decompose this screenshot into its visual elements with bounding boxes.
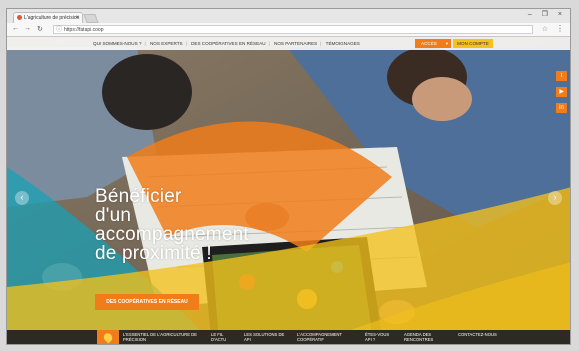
browser-window: L'agriculture de précision × – ❐ × ← → ↻… bbox=[6, 8, 571, 345]
tab-close-icon[interactable]: × bbox=[75, 13, 79, 23]
bottom-nav-solutions[interactable]: LES SOLUTIONS DE API bbox=[244, 332, 288, 342]
chevron-down-icon: ▾ bbox=[445, 41, 448, 46]
browser-tab[interactable]: L'agriculture de précision × bbox=[13, 12, 83, 23]
bottom-nav-fil-actu[interactable]: LE FIL D'ACTU bbox=[211, 332, 237, 342]
nav-link-qui-sommes-nous[interactable]: QUI SOMMES-NOUS ? bbox=[93, 41, 142, 46]
reload-icon[interactable]: ↻ bbox=[37, 25, 43, 33]
bottom-nav-accompagnement[interactable]: L'ACCOMPAGNEMENT COOPÉRATIF bbox=[297, 332, 355, 342]
window-controls[interactable]: – ❐ × bbox=[528, 10, 566, 18]
drop-logo-icon[interactable] bbox=[97, 330, 119, 344]
nav-separator: | bbox=[268, 41, 270, 46]
nav-link-nos-experts[interactable]: NOS EXPERTS bbox=[150, 41, 183, 46]
bottom-nav-essentiel[interactable]: L'ESSENTIEL DE L'AGRICULTURE DE PRÉCISIO… bbox=[123, 332, 203, 342]
new-tab-button[interactable] bbox=[83, 14, 99, 23]
bookmark-star-icon[interactable]: ☆ bbox=[542, 25, 548, 33]
carousel-next-button[interactable]: › bbox=[548, 191, 562, 205]
web-page: QUI SOMMES-NOUS ? | NOS EXPERTS | DES COOP… bbox=[7, 37, 570, 344]
url-field[interactable]: ⓘ https://fatapi.coop bbox=[53, 25, 533, 34]
nav-link-temoignages[interactable]: TÉMOIGNAGES bbox=[326, 41, 360, 46]
linkedin-icon[interactable]: in bbox=[556, 103, 567, 113]
site-info-icon[interactable]: ⓘ bbox=[56, 26, 62, 34]
tab-bar: L'agriculture de précision × – ❐ × bbox=[7, 9, 570, 23]
top-navigation: QUI SOMMES-NOUS ? | NOS EXPERTS | DES COOP… bbox=[7, 37, 570, 50]
nav-separator: | bbox=[144, 41, 146, 46]
carousel-prev-button[interactable]: ‹ bbox=[15, 191, 29, 205]
bottom-nav-contact[interactable]: CONTACTEZ-NOUS bbox=[458, 332, 498, 337]
bottom-nav-agenda[interactable]: AGENDA DES RENCONTRES bbox=[404, 332, 446, 342]
favicon-icon bbox=[17, 15, 22, 20]
back-icon[interactable]: ← bbox=[12, 25, 19, 32]
bottom-nav-etes-vous-api[interactable]: ÊTES-VOUS API ? bbox=[365, 332, 395, 342]
twitter-icon[interactable]: t bbox=[556, 71, 567, 81]
nav-link-cooperatives[interactable]: DES COOPÉRATIVES EN RÉSEAU bbox=[191, 41, 265, 46]
tab-title: L'agriculture de précision bbox=[24, 15, 80, 21]
hero-title-line: Bénéficier bbox=[95, 186, 182, 207]
mon-compte-button[interactable]: MON COMPTE bbox=[453, 39, 493, 48]
acces-label: ACCÈS bbox=[421, 41, 437, 46]
url-text: https://fatapi.coop bbox=[64, 27, 104, 33]
hero-title-line: de proximité ! bbox=[95, 243, 212, 264]
hero-title-line: accompagnement bbox=[95, 224, 249, 245]
nav-link-partenaires[interactable]: NOS PARTENAIRES bbox=[274, 41, 317, 46]
nav-separator: | bbox=[185, 41, 187, 46]
acces-button[interactable]: ACCÈS ▾ bbox=[415, 39, 451, 48]
bottom-navigation: L'ESSENTIEL DE L'AGRICULTURE DE PRÉCISIO… bbox=[7, 330, 570, 344]
nav-separator: | bbox=[320, 41, 322, 46]
cooperatives-cta-button[interactable]: DES COOPÉRATIVES EN RÉSEAU bbox=[95, 294, 199, 310]
hero-title-line: d'un bbox=[95, 205, 132, 226]
address-bar: ← → ↻ ⓘ https://fatapi.coop ☆ ⋮ bbox=[7, 23, 570, 37]
browser-menu-icon[interactable]: ⋮ bbox=[556, 24, 564, 33]
youtube-icon[interactable]: ▶ bbox=[556, 87, 567, 97]
hero-title: Bénéficier d'un accompagnement de proxim… bbox=[95, 187, 325, 263]
forward-icon[interactable]: → bbox=[24, 25, 31, 32]
